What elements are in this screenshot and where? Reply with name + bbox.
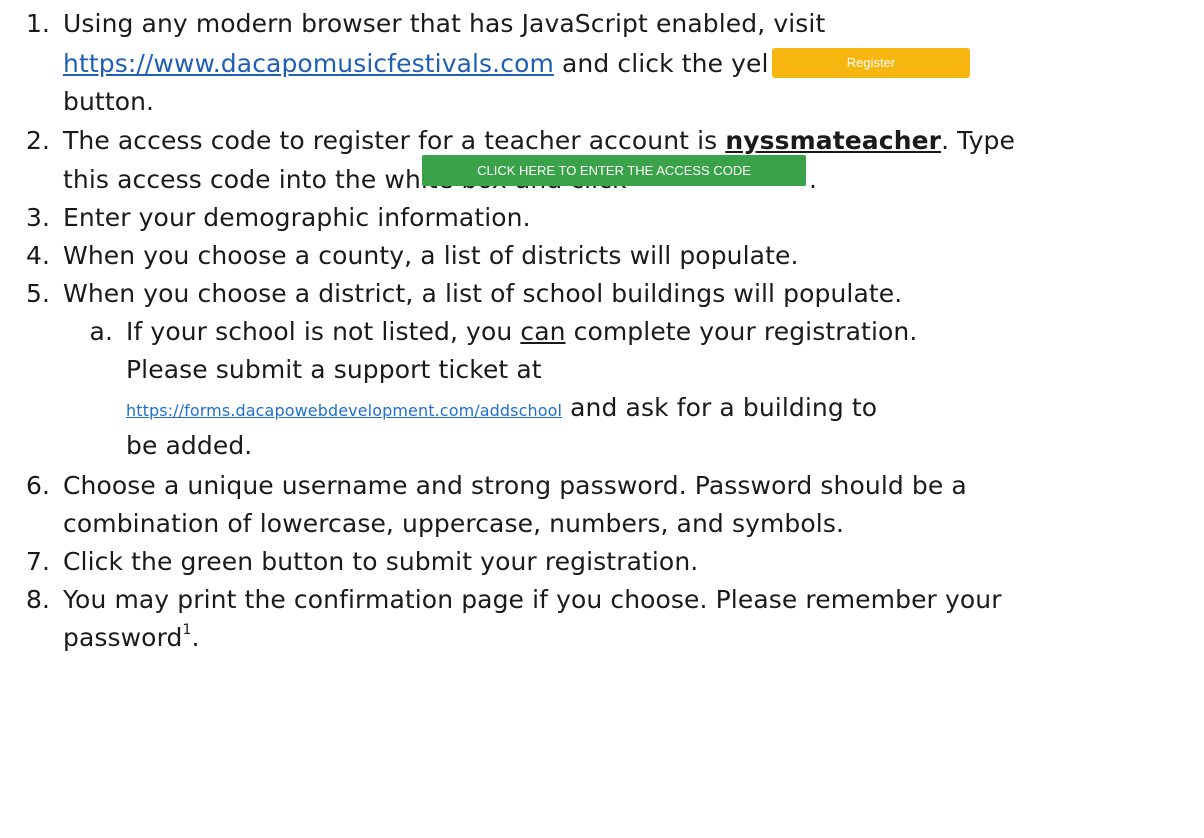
step-number: 6. [25, 471, 50, 500]
step-text: Using any modern browser that has JavaSc… [63, 9, 826, 38]
step-text: When you choose a county, a list of dist… [63, 241, 799, 270]
step-number: 1. [25, 9, 50, 38]
step-5-line: 5. When you choose a district, a list of … [0, 276, 902, 312]
step-text: Please submit a support ticket at [126, 355, 542, 384]
add-school-link[interactable]: https://forms.dacapowebdevelopment.com/a… [126, 401, 562, 420]
emphasis-can: can [520, 317, 566, 346]
step-6-line-1: 6. Choose a unique username and strong pa… [0, 468, 967, 504]
step-2-period: . [809, 162, 817, 198]
step-number: 3. [25, 203, 50, 232]
step-text: When you choose a district, a list of sc… [63, 279, 903, 308]
sub-step-letter: a. [89, 317, 113, 346]
step-5a-line-3: https://forms.dacapowebdevelopment.com/a… [126, 390, 877, 429]
step-4-line: 4. When you choose a county, a list of di… [0, 238, 799, 274]
step-number: 2. [25, 126, 50, 155]
step-text: be added. [126, 431, 253, 460]
step-text: Click the green button to submit your re… [63, 547, 699, 576]
footnote-marker: 1 [182, 622, 192, 638]
instructions-document: 1. Using any modern browser that has Java… [0, 0, 1204, 838]
step-5a-line-4: be added. [126, 428, 252, 464]
step-text: button. [63, 87, 155, 116]
step-text: . Type [941, 126, 1016, 155]
dacapo-website-link[interactable]: https://www.dacapomusicfestivals.com [63, 49, 554, 78]
step-text: If your school is not listed, you [126, 317, 521, 346]
step-text: You may print the confirmation page if y… [63, 585, 1002, 614]
step-1-line-3: button. [63, 84, 154, 120]
enter-access-code-button[interactable]: CLICK HERE TO ENTER THE ACCESS CODE [422, 155, 806, 186]
step-8-line-2: password1. [63, 620, 200, 656]
access-code: nyssmateacher [725, 126, 942, 155]
step-number: 4. [25, 241, 50, 270]
step-number: 8. [25, 585, 50, 614]
step-5a-line-1: a. If your school is not listed, you can … [63, 314, 918, 350]
register-button[interactable]: Register [772, 48, 970, 78]
step-text: and ask for a building to [562, 393, 878, 422]
step-1-line-1: 1. Using any modern browser that has Java… [0, 6, 825, 42]
step-7-line: 7. Click the green button to submit your … [0, 544, 698, 580]
register-button-frame: Register [770, 46, 978, 82]
step-text: Enter your demographic information. [63, 203, 531, 232]
step-text: Choose a unique username and strong pass… [63, 471, 967, 500]
step-text: The access code to register for a teache… [63, 126, 726, 155]
step-5a-line-2: Please submit a support ticket at [126, 352, 542, 388]
step-6-line-2: combination of lowercase, uppercase, num… [63, 506, 844, 542]
step-number: 7. [25, 547, 50, 576]
step-3-line: 3. Enter your demographic information. [0, 200, 531, 236]
step-1-line-2: https://www.dacapomusicfestivals.com and… [63, 46, 812, 82]
step-text: . [191, 623, 200, 652]
step-2-line-1: 2. The access code to register for a teac… [0, 123, 1015, 159]
step-text: . [809, 165, 818, 194]
step-8-line-1: 8. You may print the confirmation page if… [0, 582, 1002, 618]
step-text: password [63, 623, 183, 652]
step-text: combination of lowercase, uppercase, num… [63, 509, 844, 538]
step-number: 5. [25, 279, 50, 308]
step-text: complete your registration. [565, 317, 918, 346]
